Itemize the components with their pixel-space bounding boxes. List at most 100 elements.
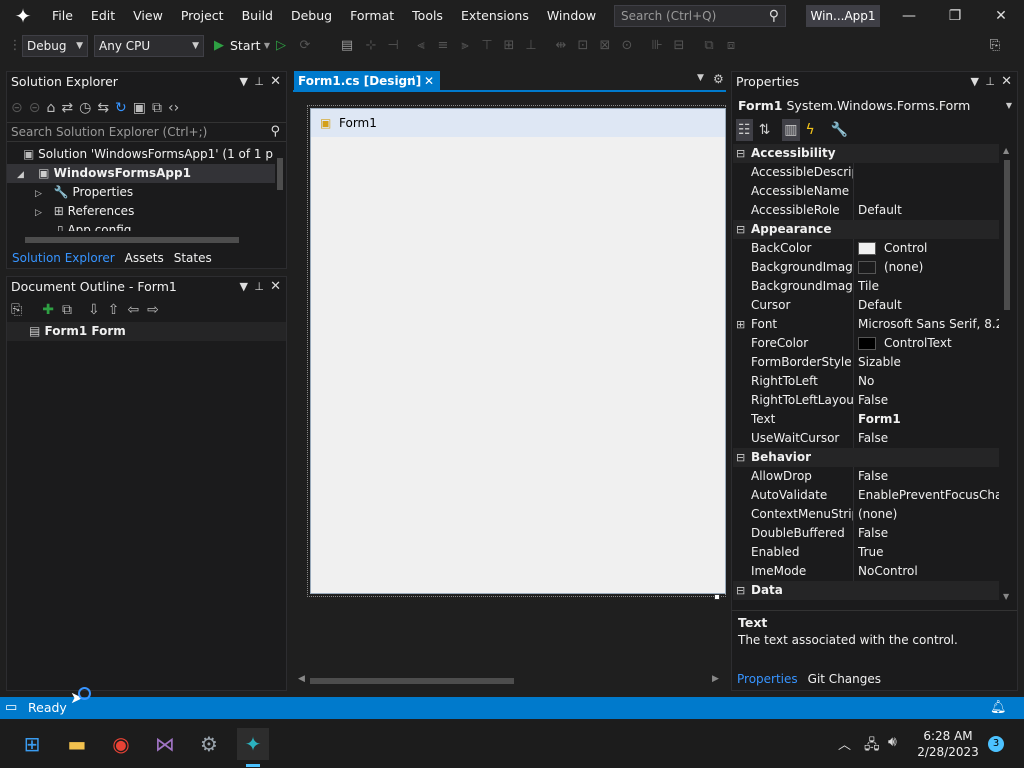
blend-app-icon[interactable]: ✦ — [237, 728, 269, 760]
chevron-up-icon[interactable]: ︿ — [838, 734, 851, 753]
close-icon[interactable]: ✕ — [270, 277, 281, 297]
property-row[interactable]: DoubleBuffered False — [733, 524, 999, 543]
tree-item-appconfig[interactable]: ▯ App.config — [57, 221, 131, 231]
tab-states[interactable]: States — [169, 248, 217, 268]
settings-gear-icon[interactable]: ⚙ — [193, 728, 225, 760]
property-value[interactable]: False — [858, 391, 999, 410]
configuration-dropdown[interactable]: Debug ▼ — [22, 35, 88, 57]
menu-file[interactable]: File — [43, 0, 82, 32]
live-share-icon[interactable]: ⎘ — [986, 36, 1004, 56]
property-row[interactable]: Text Form1 — [733, 410, 999, 429]
property-value[interactable]: NoControl — [858, 562, 999, 581]
chrome-icon[interactable]: ◉ — [105, 728, 137, 760]
property-pages-wrench-icon[interactable]: 🔧 — [831, 119, 848, 141]
refresh-icon[interactable]: ↻ — [115, 98, 127, 118]
tree-item-properties[interactable]: ▷ 🔧 Properties — [35, 183, 133, 202]
paste-icon[interactable]: ⎘ — [11, 300, 22, 320]
alphabetical-icon[interactable]: ⇅ — [759, 119, 771, 141]
move-left-icon[interactable]: ⇦ — [127, 300, 139, 320]
column-divider[interactable] — [853, 334, 854, 353]
menu-window[interactable]: Window — [538, 0, 605, 32]
property-row[interactable]: FormBorderStyle Sizable — [733, 353, 999, 372]
property-row[interactable]: ⊞ Font Microsoft Sans Serif, 8.25pt — [733, 315, 999, 334]
tab-solution-explorer[interactable]: Solution Explorer — [7, 248, 120, 268]
property-value[interactable]: Control — [884, 239, 999, 258]
file-explorer-icon[interactable]: ▬ — [61, 728, 93, 760]
vertical-scrollbar[interactable] — [275, 144, 285, 232]
property-row[interactable]: Cursor Default — [733, 296, 999, 315]
property-value[interactable]: Microsoft Sans Serif, 8.25pt — [858, 315, 999, 334]
property-row[interactable]: BackColor Control — [733, 239, 999, 258]
collapse-icon[interactable]: ⊟ — [736, 448, 745, 467]
network-icon[interactable]: 🖧︎ — [864, 734, 880, 758]
property-row[interactable]: ContextMenuStrip (none) — [733, 505, 999, 524]
tree-item-project[interactable]: ◢ ▣ WindowsFormsApp1 — [7, 164, 275, 183]
tab-form1-design[interactable]: Form1.cs [Design] ⊣ ✕ — [294, 71, 440, 91]
close-icon[interactable]: ✕ — [270, 72, 281, 92]
horizontal-scrollbar[interactable] — [11, 234, 271, 244]
collapse-icon[interactable]: ⊟ — [736, 220, 745, 239]
windows-start-icon[interactable]: ⊞ — [16, 728, 48, 760]
column-divider[interactable] — [853, 315, 854, 334]
hot-reload-icon[interactable]: ⟳ — [296, 36, 314, 56]
close-icon[interactable]: ✕ — [1001, 72, 1012, 92]
notifications-bell-icon[interactable]: 🔔︎ — [990, 697, 1007, 719]
collapse-icon[interactable]: ⊟ — [736, 144, 745, 163]
property-grid-scrollbar[interactable]: ▲ ▼ — [1001, 146, 1013, 606]
back-icon[interactable]: ⊝ — [11, 98, 23, 118]
tab-assets[interactable]: Assets — [120, 248, 169, 268]
form1-client-area[interactable] — [317, 137, 725, 587]
home-icon[interactable]: ⌂ — [46, 98, 55, 118]
scrollbar-thumb[interactable] — [277, 158, 283, 190]
form1-design-window[interactable]: ▣ Form1 — [310, 108, 726, 594]
menu-view[interactable]: View — [124, 0, 172, 32]
pin-icon[interactable]: ⊥ — [254, 277, 264, 297]
size-grid-icon[interactable]: ⊠ — [596, 36, 614, 56]
chevron-down-icon[interactable]: ▼ — [240, 277, 248, 297]
show-all-files-icon[interactable]: ⧉ — [152, 98, 162, 118]
property-row[interactable]: RightToLeftLayout False — [733, 391, 999, 410]
horizontal-spacing-icon[interactable]: ⊪ — [648, 36, 666, 56]
column-divider[interactable] — [853, 543, 854, 562]
menu-format[interactable]: Format — [341, 0, 403, 32]
switch-views-icon[interactable]: ⇄ — [61, 98, 73, 118]
layout-icon[interactable]: ▤ — [338, 36, 356, 56]
column-divider[interactable] — [853, 486, 854, 505]
property-row[interactable]: AllowDrop False — [733, 467, 999, 486]
property-value[interactable]: EnablePreventFocusChang — [858, 486, 999, 505]
property-row[interactable]: Enabled True — [733, 543, 999, 562]
outline-item-form1[interactable]: ▤ Form1 Form — [7, 322, 286, 341]
column-divider[interactable] — [853, 258, 854, 277]
clock[interactable]: 6:28 AM 2/28/2023 — [916, 728, 980, 760]
chevron-down-icon[interactable]: ▼ — [240, 72, 248, 92]
property-value[interactable]: False — [858, 429, 999, 448]
menu-build[interactable]: Build — [233, 0, 282, 32]
chevron-down-icon[interactable]: ▼ — [971, 72, 979, 92]
move-down-icon[interactable]: ⇩ — [88, 300, 100, 320]
property-value[interactable]: False — [858, 524, 999, 543]
pending-changes-icon[interactable]: ◷ — [79, 98, 91, 118]
property-value[interactable]: Sizable — [858, 353, 999, 372]
expand-icon[interactable]: ⊞ — [736, 315, 745, 334]
object-selector[interactable]: Form1 System.Windows.Forms.Form ▼ — [738, 96, 1014, 116]
designer-horizontal-scrollbar[interactable]: ◀ ▶ — [296, 674, 722, 688]
column-divider[interactable] — [853, 467, 854, 486]
output-icon[interactable]: ▭ — [5, 697, 17, 719]
vertical-spacing-icon[interactable]: ⊟ — [670, 36, 688, 56]
property-row[interactable]: BackgroundImageL Tile — [733, 277, 999, 296]
view-code-icon[interactable]: ‹› — [168, 98, 179, 118]
align-right-icon[interactable]: ⫸ — [456, 36, 474, 56]
property-row[interactable]: AccessibleRole Default — [733, 201, 999, 220]
property-value[interactable]: Default — [858, 296, 999, 315]
pin-icon[interactable]: ⊣ — [406, 71, 415, 91]
property-value[interactable]: (none) — [884, 258, 999, 277]
align-grid-icon[interactable]: ⊹ — [362, 36, 380, 56]
notification-count-badge[interactable]: 3 — [988, 736, 1004, 752]
scroll-up-icon[interactable]: ▲ — [1003, 146, 1009, 155]
start-play-icon[interactable]: ▶ — [210, 36, 228, 56]
column-divider[interactable] — [853, 429, 854, 448]
menu-project[interactable]: Project — [172, 0, 233, 32]
scroll-right-icon[interactable]: ▶ — [712, 674, 719, 684]
property-category-row[interactable]: ⊟ Behavior — [733, 448, 999, 467]
align-top-icon[interactable]: ⊤ — [478, 36, 496, 56]
